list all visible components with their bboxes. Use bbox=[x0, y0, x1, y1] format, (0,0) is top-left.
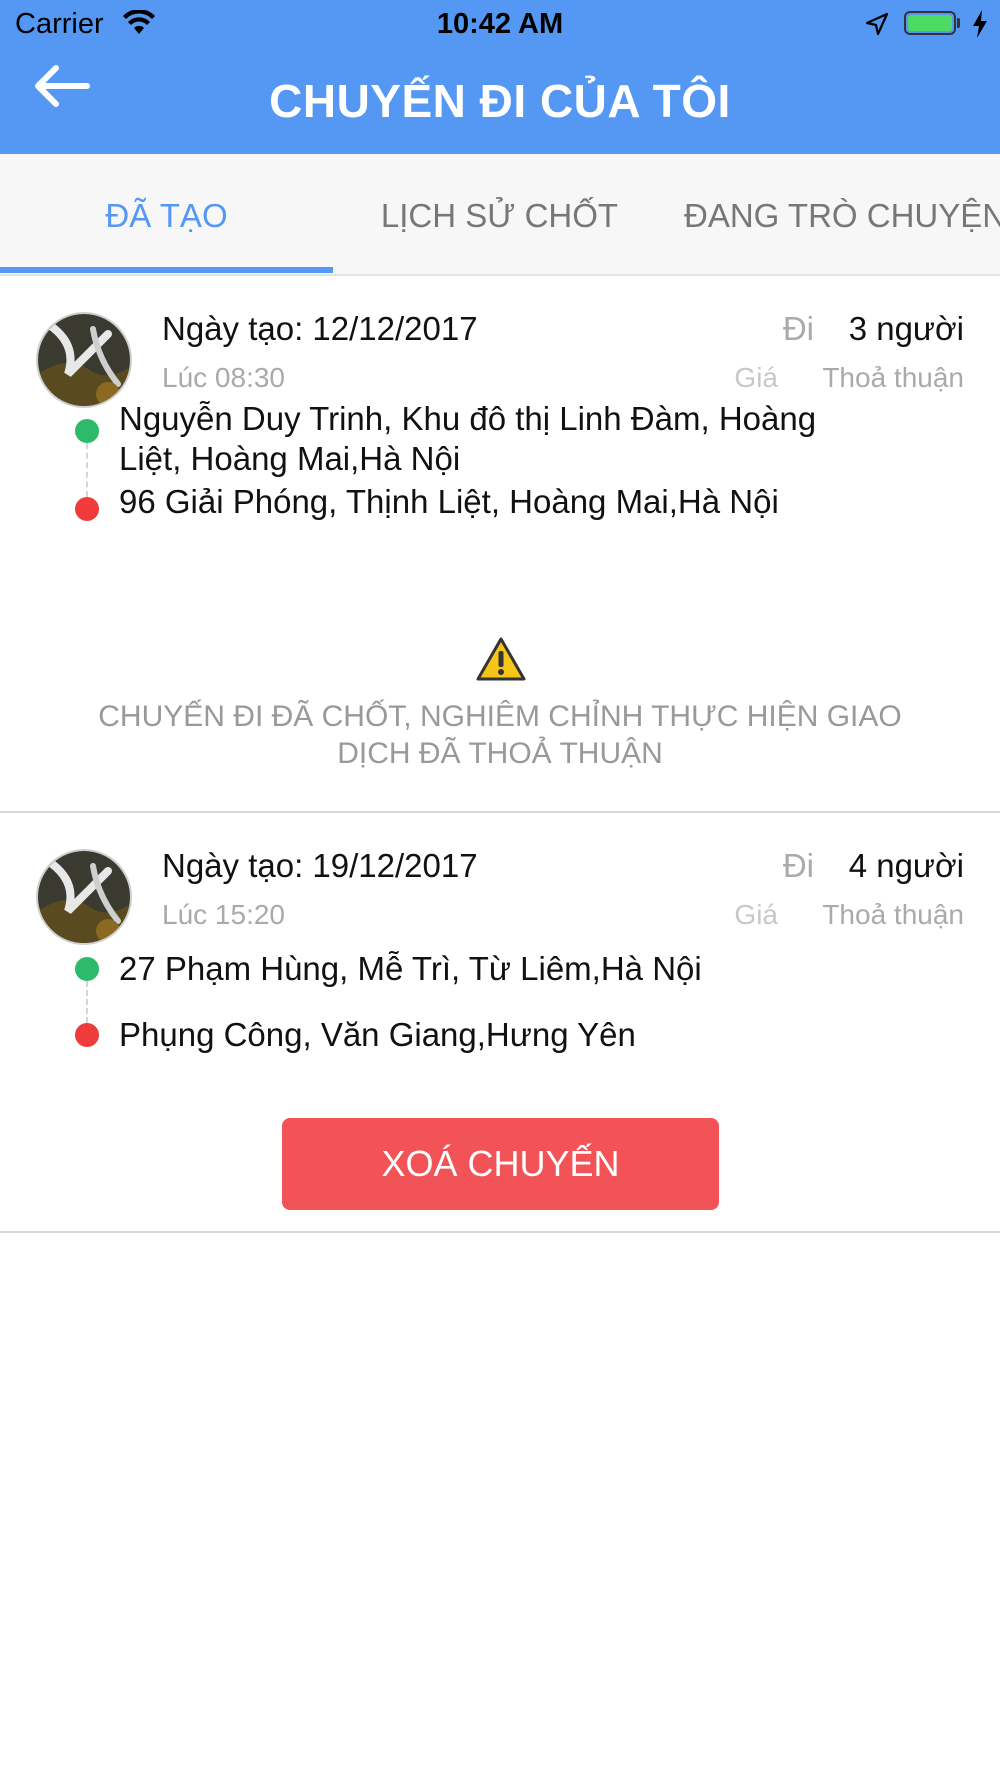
departure-time: Lúc 15:20 bbox=[162, 899, 285, 930]
avatar bbox=[36, 312, 132, 408]
destination-dot bbox=[75, 1023, 99, 1047]
created-date: Ngày tạo: 19/12/2017 bbox=[162, 847, 478, 884]
origin-address: Nguyễn Duy Trinh, Khu đô thị Linh Đàm, H… bbox=[119, 400, 817, 477]
destination-address: Phụng Công, Văn Giang,Hưng Yên bbox=[119, 1016, 636, 1053]
location-arrow-icon bbox=[865, 12, 889, 41]
delete-trip-button[interactable]: XOÁ CHUYẾN bbox=[282, 1118, 719, 1210]
destination-dot bbox=[75, 497, 99, 521]
origin-dot bbox=[75, 419, 99, 443]
tab-created[interactable]: ĐÃ TẠO bbox=[0, 154, 333, 274]
trip-notice: CHUYẾN ĐI ĐÃ CHỐT, NGHIÊM CHỈNH THỰC HIỆ… bbox=[98, 700, 902, 770]
warning-icon bbox=[476, 637, 526, 681]
battery-icon bbox=[904, 11, 956, 35]
price-value: Thoả thuận bbox=[822, 899, 964, 930]
passengers-label: Đi bbox=[782, 847, 814, 884]
avatar bbox=[36, 849, 132, 945]
header: Carrier 10:42 AM CHUYẾN ĐI CỦA TÔI bbox=[0, 0, 1000, 154]
origin-dot bbox=[75, 957, 99, 981]
price-value: Thoả thuận bbox=[822, 362, 964, 393]
page-title: CHUYẾN ĐI CỦA TÔI bbox=[269, 75, 731, 127]
trip-card[interactable]: Ngày tạo: 12/12/2017 Lúc 08:30 Đi 3 ngườ… bbox=[0, 276, 1000, 813]
tab-indicator bbox=[0, 267, 333, 273]
status-time: 10:42 AM bbox=[436, 8, 564, 40]
created-date: Ngày tạo: 12/12/2017 bbox=[162, 310, 478, 347]
charging-bolt-icon bbox=[972, 10, 988, 43]
passengers-value: 4 người bbox=[848, 847, 964, 884]
departure-time: Lúc 08:30 bbox=[162, 362, 285, 393]
destination-address: 96 Giải Phóng, Thịnh Liệt, Hoàng Mai,Hà … bbox=[119, 483, 779, 520]
tab-history[interactable]: LỊCH SỬ CHỐT bbox=[333, 154, 666, 274]
route-line bbox=[86, 981, 88, 1023]
passengers-value: 3 người bbox=[848, 310, 964, 347]
passengers-label: Đi bbox=[782, 310, 814, 347]
tab-chatting[interactable]: ĐANG TRÒ CHUYỆN bbox=[684, 154, 1000, 274]
price-label: Giá bbox=[734, 362, 778, 393]
origin-address: 27 Phạm Hùng, Mễ Trì, Từ Liêm,Hà Nội bbox=[119, 950, 702, 987]
price-label: Giá bbox=[734, 899, 778, 930]
battery-tip bbox=[957, 18, 960, 28]
screen: Carrier 10:42 AM CHUYẾN ĐI CỦA TÔI ĐÃ TẠ… bbox=[0, 0, 1000, 1778]
tab-bar: ĐÃ TẠO LỊCH SỬ CHỐT ĐANG TRÒ CHUYỆN bbox=[0, 154, 1000, 276]
status-bar: Carrier 10:42 AM bbox=[0, 0, 1000, 50]
route-line bbox=[86, 443, 88, 497]
trip-card[interactable]: Ngày tạo: 19/12/2017 Lúc 15:20 Đi 4 ngườ… bbox=[0, 813, 1000, 1233]
